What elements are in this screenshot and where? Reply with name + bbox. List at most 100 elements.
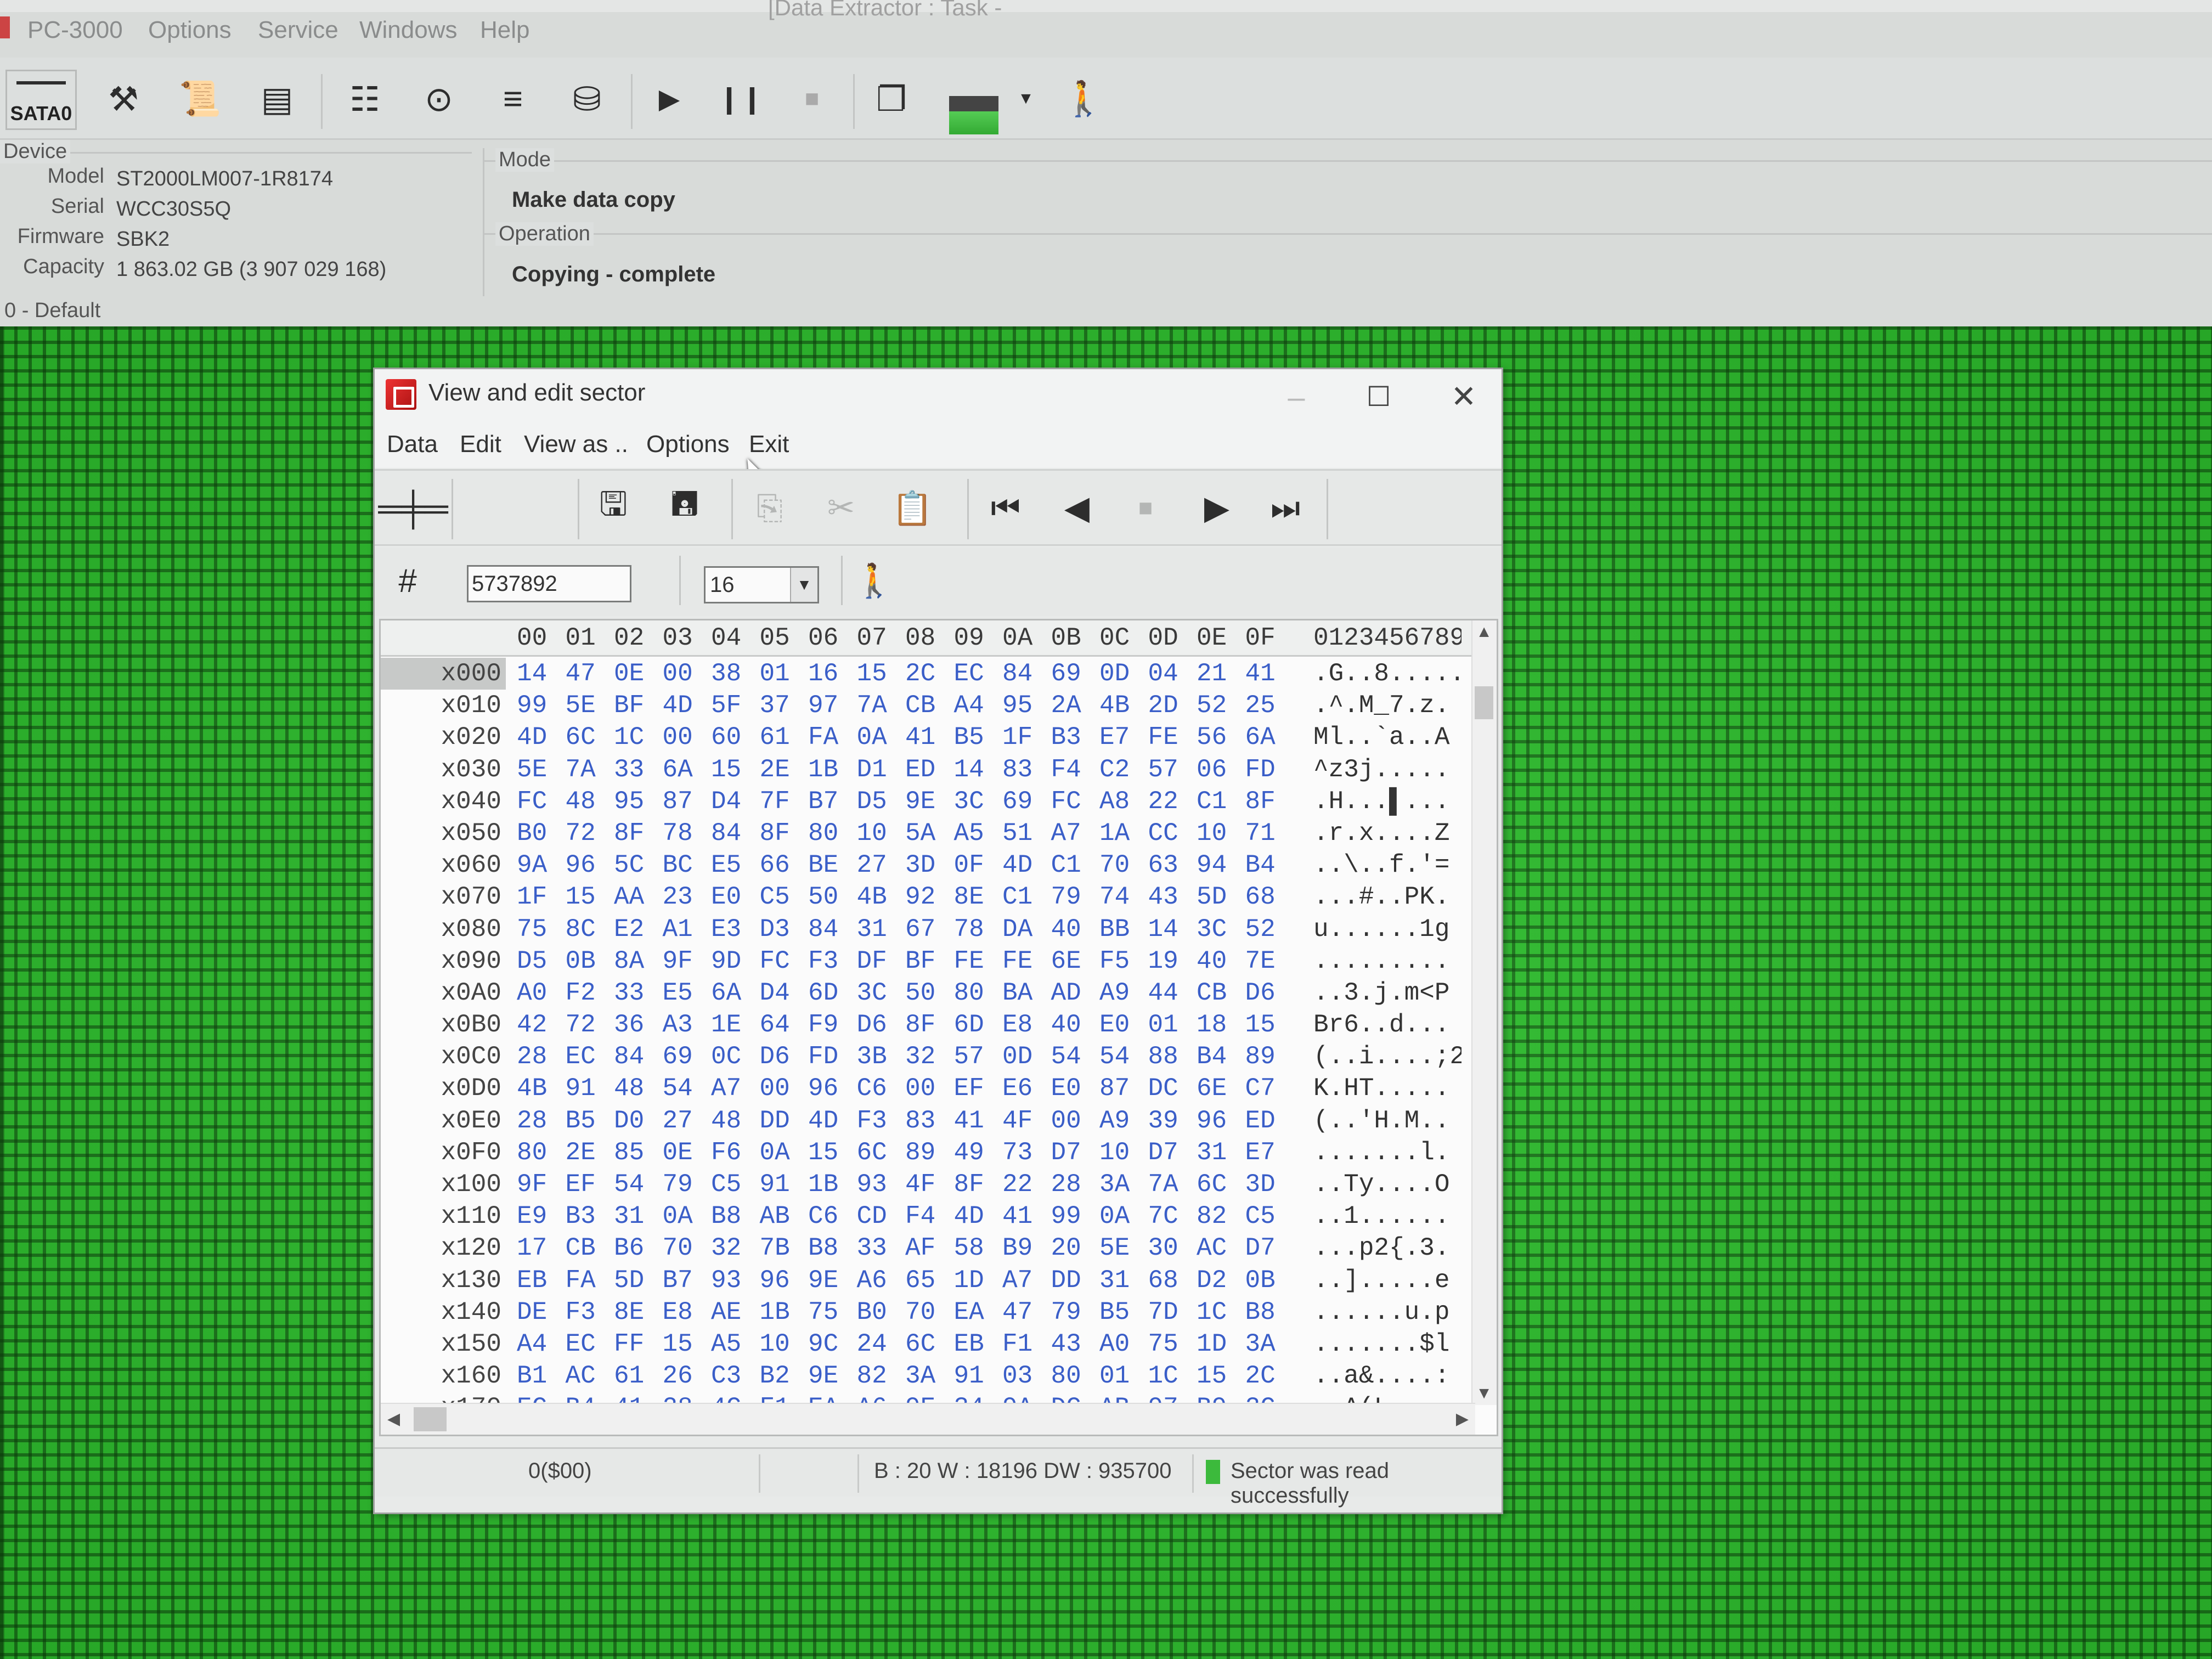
hex-byte[interactable]: 3D [905, 849, 935, 881]
hex-byte[interactable]: A9 [1099, 1105, 1130, 1137]
hex-byte[interactable]: 8F [614, 817, 644, 849]
hex-byte[interactable]: DC [1148, 1073, 1178, 1104]
menu-exit[interactable]: Exit [749, 431, 789, 458]
hex-byte[interactable]: 0D [1099, 658, 1130, 690]
hex-byte[interactable]: FE [1002, 945, 1032, 977]
table-row[interactable]: x140 DE F3 8E E8 AE 1B 75 B0 70 EA 47 79 B5 7D 1C B8....… [381, 1296, 1497, 1328]
hex-byte[interactable]: 96 [566, 849, 596, 881]
hex-byte[interactable]: 27 [857, 849, 887, 881]
table-row[interactable]: x160 B1 AC 61 26 C3 B2 9E 82 3A 91 03 80 01 1C 15 2C ..a&… [381, 1360, 1497, 1392]
hex-byte[interactable]: B4 [1197, 1041, 1227, 1073]
save-sector-icon[interactable]: 🖫 [586, 481, 641, 535]
hex-byte[interactable]: 0E [614, 658, 644, 690]
hex-byte[interactable]: 87 [663, 786, 693, 817]
hex-byte[interactable]: 71 [1245, 817, 1276, 849]
hex-byte[interactable]: B3 [566, 1200, 596, 1232]
hex-byte[interactable]: B9 [1002, 1232, 1032, 1264]
hex-byte[interactable]: 24 [857, 1328, 887, 1360]
hex-byte[interactable]: 99 [1051, 1200, 1081, 1232]
hex-byte[interactable]: CB [905, 690, 935, 721]
hex-byte[interactable]: 15 [857, 658, 887, 690]
hex-byte[interactable]: 8E [954, 881, 984, 913]
hex-byte[interactable]: A7 [1002, 1265, 1032, 1296]
hex-byte[interactable]: 61 [760, 721, 790, 753]
ascii-text[interactable]: (..i....;2 [1313, 1041, 1462, 1073]
hex-byte[interactable]: AD [1051, 977, 1081, 1009]
hex-byte[interactable]: 00 [1051, 1105, 1081, 1137]
hex-byte[interactable]: 20 [1051, 1232, 1081, 1264]
hex-byte[interactable]: 15 [711, 754, 741, 786]
hex-byte[interactable]: 52 [1245, 913, 1276, 945]
hex-byte[interactable]: 7B [760, 1232, 790, 1264]
hex-byte[interactable]: A7 [711, 1073, 741, 1104]
hex-byte[interactable]: F3 [857, 1105, 887, 1137]
hex-byte[interactable]: 82 [1197, 1200, 1227, 1232]
hex-byte[interactable]: 88 [1148, 1041, 1178, 1073]
hex-byte[interactable]: C5 [760, 881, 790, 913]
hex-byte[interactable]: FE [954, 945, 984, 977]
hex-byte[interactable]: 2C [1245, 1360, 1276, 1392]
ascii-text[interactable]: ...#..PK. [1313, 881, 1462, 913]
hex-byte[interactable]: A0 [1099, 1328, 1130, 1360]
exit-run-icon[interactable]: 🚶 [847, 553, 901, 608]
hex-byte[interactable]: E6 [1002, 1073, 1032, 1104]
hex-byte[interactable]: 5E [566, 690, 596, 721]
scroll-thumb[interactable] [1475, 686, 1493, 719]
hex-byte[interactable]: 31 [1197, 1137, 1227, 1169]
hex-byte[interactable]: 51 [1002, 817, 1032, 849]
table-row[interactable]: x100 9F EF 54 79 C5 91 1B 93 4F 8F 22 28 3A 7A 6C 3D ..Ty… [381, 1169, 1497, 1200]
hex-byte[interactable]: 2C [905, 658, 935, 690]
hex-byte[interactable]: 85 [614, 1137, 644, 1169]
sata-port-button[interactable]: SATA0 [5, 70, 77, 130]
hex-byte[interactable]: 17 [517, 1232, 547, 1264]
hex-byte[interactable]: B5 [954, 721, 984, 753]
hex-byte[interactable]: 54 [1051, 1041, 1081, 1073]
hex-byte[interactable]: 84 [711, 817, 741, 849]
hex-byte[interactable]: D4 [711, 786, 741, 817]
hex-byte[interactable]: CC [1148, 817, 1178, 849]
hex-byte[interactable]: 1F [1002, 721, 1032, 753]
hex-byte[interactable]: B3 [1051, 721, 1081, 753]
table-row[interactable]: x080 75 8C E2 A1 E3 D3 84 31 67 78 DA 40 BB 14 3C 52 u...… [381, 913, 1497, 945]
hex-byte[interactable]: 84 [1002, 658, 1032, 690]
hex-byte[interactable]: 3A [1245, 1328, 1276, 1360]
hex-byte[interactable]: EC [954, 658, 984, 690]
hex-byte[interactable]: ED [905, 754, 935, 786]
hex-byte[interactable]: 50 [808, 881, 838, 913]
pause-icon[interactable]: ❙❙ [713, 69, 768, 129]
hex-byte[interactable]: 91 [954, 1360, 984, 1392]
hex-byte[interactable]: 57 [1148, 754, 1178, 786]
hex-byte[interactable]: 8F [760, 817, 790, 849]
hex-byte[interactable]: 7F [760, 786, 790, 817]
binoculars-icon[interactable]: ⊙ [411, 69, 466, 129]
hex-byte[interactable]: 22 [1002, 1169, 1032, 1200]
hex-byte[interactable]: FA [808, 721, 838, 753]
hex-byte[interactable]: EB [954, 1328, 984, 1360]
hex-byte[interactable]: 8E [614, 1296, 644, 1328]
hex-byte[interactable]: AE [711, 1296, 741, 1328]
hex-byte[interactable]: EA [954, 1296, 984, 1328]
hex-byte[interactable]: 9F [663, 945, 693, 977]
hex-byte[interactable]: 52 [1197, 690, 1227, 721]
hex-byte[interactable]: 4B [857, 881, 887, 913]
hex-byte[interactable]: 80 [808, 817, 838, 849]
hex-byte[interactable]: 3C [954, 786, 984, 817]
hex-byte[interactable]: 70 [1099, 849, 1130, 881]
hex-byte[interactable]: 54 [663, 1073, 693, 1104]
menu-options[interactable]: Options [646, 431, 730, 458]
hex-byte[interactable]: C3 [711, 1360, 741, 1392]
menu-view-as[interactable]: View as .. [524, 431, 628, 458]
hex-byte[interactable]: 39 [1148, 1105, 1178, 1137]
hex-byte[interactable]: B8 [1245, 1296, 1276, 1328]
hex-byte[interactable]: 4F [1002, 1105, 1032, 1137]
hex-byte[interactable]: 54 [614, 1169, 644, 1200]
goto-lba-icon[interactable]: # [380, 553, 435, 608]
hex-byte[interactable]: C6 [857, 1073, 887, 1104]
hex-byte[interactable]: 9E [808, 1265, 838, 1296]
hex-byte[interactable]: 96 [1197, 1105, 1227, 1137]
chevron-down-icon[interactable]: ▼ [790, 568, 817, 602]
hex-byte[interactable]: B5 [566, 1105, 596, 1137]
last-sector-icon[interactable]: ⏭ [1258, 481, 1313, 535]
hex-byte[interactable]: 56 [1197, 721, 1227, 753]
hex-byte[interactable]: 0A [1099, 1200, 1130, 1232]
